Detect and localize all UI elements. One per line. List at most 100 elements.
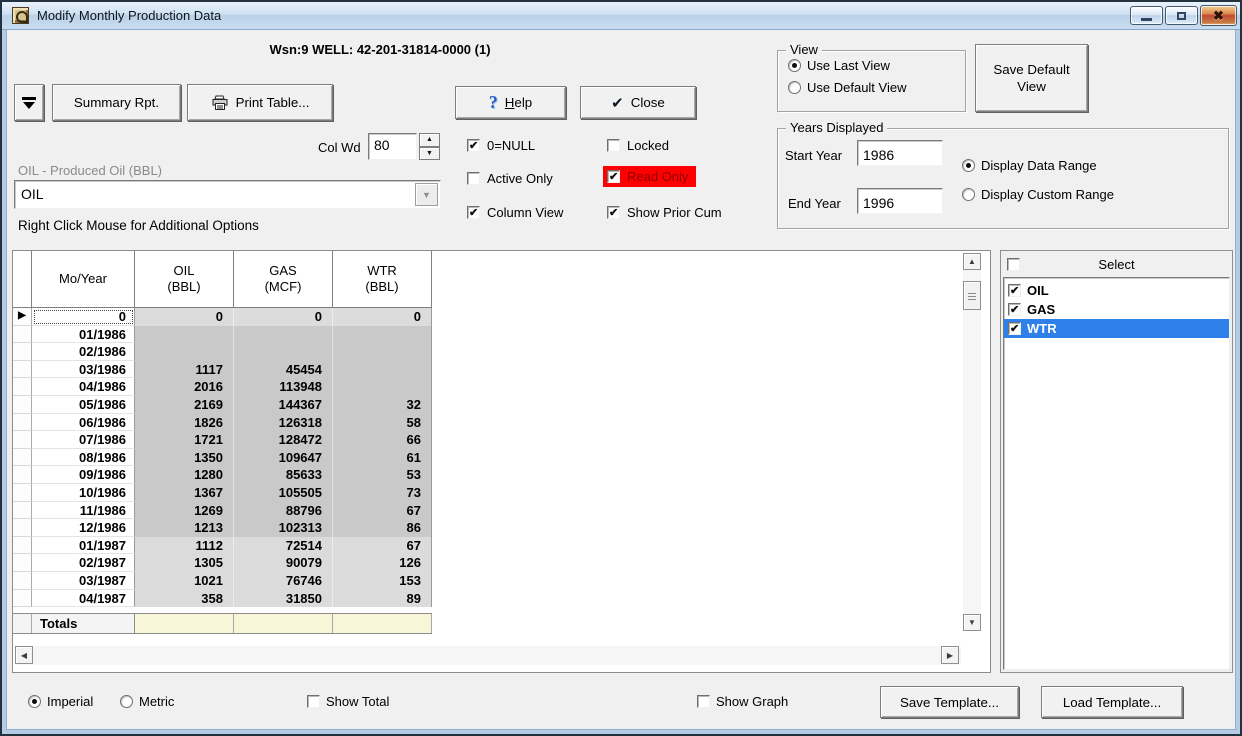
row-selector[interactable] <box>13 431 32 449</box>
row-selector[interactable] <box>13 396 32 414</box>
checkbox-0-null[interactable]: 0=NULL <box>467 138 535 153</box>
checkbox-read-only[interactable]: Read Only <box>603 166 696 187</box>
cell-moyear[interactable]: 08/1986 <box>32 449 135 467</box>
cell-gas[interactable]: 31850 <box>234 590 333 608</box>
cell-wtr[interactable]: 67 <box>333 537 432 555</box>
cell-moyear[interactable]: 07/1986 <box>32 431 135 449</box>
save-template-button[interactable]: Save Template... <box>880 686 1019 718</box>
list-item-gas[interactable]: GAS <box>1004 300 1229 319</box>
list-item-oil[interactable]: OIL <box>1004 281 1229 300</box>
scroll-down-button[interactable]: ▼ <box>963 614 981 631</box>
checkbox-column-view[interactable]: Column View <box>467 205 563 220</box>
row-selector[interactable] <box>13 343 32 361</box>
scroll-left-button[interactable]: ◀ <box>15 646 33 664</box>
cell-gas[interactable]: 102313 <box>234 519 333 537</box>
title-bar[interactable]: Modify Monthly Production Data <box>2 2 1240 30</box>
cell-wtr[interactable]: 126 <box>333 554 432 572</box>
table-row[interactable]: 03/1986111745454 <box>13 361 432 379</box>
radio-display-custom-range[interactable]: Display Custom Range <box>962 187 1114 202</box>
cell-wtr[interactable]: 86 <box>333 519 432 537</box>
scrollbar-thumb[interactable] <box>963 281 981 310</box>
checkbox-show-prior-cum[interactable]: Show Prior Cum <box>607 205 722 220</box>
table-row[interactable]: 02/1987130590079126 <box>13 554 432 572</box>
print-table-button[interactable]: Print Table... <box>187 84 333 121</box>
cell-moyear[interactable]: 12/1986 <box>32 519 135 537</box>
table-row[interactable]: 01/198711127251467 <box>13 537 432 555</box>
cell-oil[interactable]: 1350 <box>135 449 234 467</box>
scroll-right-button[interactable]: ▶ <box>941 646 959 664</box>
help-button[interactable]: ? Help <box>455 86 566 119</box>
scroll-up-button[interactable]: ▲ <box>963 253 981 270</box>
maximize-button[interactable] <box>1165 6 1198 25</box>
cell-gas[interactable]: 144367 <box>234 396 333 414</box>
cell-wtr[interactable] <box>333 361 432 379</box>
checkbox-active-only[interactable]: Active Only <box>467 171 553 186</box>
start-year-input[interactable] <box>857 140 943 166</box>
row-selector[interactable] <box>13 519 32 537</box>
save-default-view-button[interactable]: Save Default View <box>975 44 1088 112</box>
load-template-button[interactable]: Load Template... <box>1041 686 1183 718</box>
checkbox-icon[interactable] <box>1008 284 1021 297</box>
cell-gas[interactable]: 85633 <box>234 466 333 484</box>
cell-gas[interactable]: 105505 <box>234 484 333 502</box>
end-year-input[interactable] <box>857 188 943 214</box>
table-row[interactable]: 01/1986 <box>13 326 432 344</box>
cell-oil[interactable]: 1305 <box>135 554 234 572</box>
checkbox-icon[interactable] <box>1008 303 1021 316</box>
table-row[interactable]: 06/1986182612631858 <box>13 414 432 432</box>
checkbox-show-total[interactable]: Show Total <box>307 694 389 709</box>
row-selector[interactable] <box>13 326 32 344</box>
cell-moyear[interactable]: 11/1986 <box>32 502 135 520</box>
cell-moyear[interactable]: 10/1986 <box>32 484 135 502</box>
cell-wtr[interactable]: 58 <box>333 414 432 432</box>
header-gas[interactable]: GAS(MCF) <box>234 251 333 308</box>
cell-oil[interactable]: 1721 <box>135 431 234 449</box>
cell-oil[interactable]: 1021 <box>135 572 234 590</box>
cell-moyear[interactable]: 0 <box>32 308 135 326</box>
spinner-down-button[interactable]: ▼ <box>419 147 440 161</box>
cell-moyear[interactable]: 04/1987 <box>32 590 135 608</box>
cell-oil[interactable]: 358 <box>135 590 234 608</box>
cell-moyear[interactable]: 03/1986 <box>32 361 135 379</box>
cell-oil[interactable] <box>135 326 234 344</box>
cell-gas[interactable]: 45454 <box>234 361 333 379</box>
cell-gas[interactable]: 109647 <box>234 449 333 467</box>
checkbox-icon[interactable] <box>1008 322 1021 335</box>
cell-moyear[interactable]: 02/1987 <box>32 554 135 572</box>
cell-gas[interactable]: 128472 <box>234 431 333 449</box>
radio-use-last-view[interactable]: Use Last View <box>788 58 965 73</box>
spinner-up-button[interactable]: ▲ <box>419 133 440 147</box>
row-selector[interactable] <box>13 572 32 590</box>
product-combo[interactable]: OIL ▼ <box>14 180 441 209</box>
row-selector[interactable] <box>13 484 32 502</box>
cell-oil[interactable]: 1213 <box>135 519 234 537</box>
cell-oil[interactable]: 2016 <box>135 378 234 396</box>
header-moyear[interactable]: Mo/Year <box>32 251 135 308</box>
table-row[interactable]: 04/19873583185089 <box>13 590 432 608</box>
cell-wtr[interactable]: 153 <box>333 572 432 590</box>
row-selector[interactable] <box>13 590 32 608</box>
summary-report-button[interactable]: Summary Rpt. <box>52 84 181 121</box>
cell-wtr[interactable] <box>333 343 432 361</box>
table-row[interactable]: 05/1986216914436732 <box>13 396 432 414</box>
cell-wtr[interactable]: 53 <box>333 466 432 484</box>
cell-wtr[interactable]: 32 <box>333 396 432 414</box>
radio-metric[interactable]: Metric <box>120 694 174 709</box>
cell-wtr[interactable] <box>333 378 432 396</box>
row-selector[interactable] <box>13 502 32 520</box>
cell-oil[interactable]: 0 <box>135 308 234 326</box>
cell-moyear[interactable]: 09/1986 <box>32 466 135 484</box>
row-selector[interactable] <box>13 414 32 432</box>
cell-moyear[interactable]: 03/1987 <box>32 572 135 590</box>
table-row[interactable]: 10/1986136710550573 <box>13 484 432 502</box>
cell-gas[interactable] <box>234 343 333 361</box>
checkbox-show-graph[interactable]: Show Graph <box>697 694 788 709</box>
list-item-wtr[interactable]: WTR <box>1004 319 1229 338</box>
horizontal-scrollbar[interactable]: ◀ ▶ <box>15 646 961 665</box>
radio-use-default-view[interactable]: Use Default View <box>788 80 965 95</box>
cell-gas[interactable]: 88796 <box>234 502 333 520</box>
cell-gas[interactable]: 72514 <box>234 537 333 555</box>
table-row[interactable]: 09/198612808563353 <box>13 466 432 484</box>
row-selector[interactable] <box>13 449 32 467</box>
radio-display-data-range[interactable]: Display Data Range <box>962 158 1097 173</box>
